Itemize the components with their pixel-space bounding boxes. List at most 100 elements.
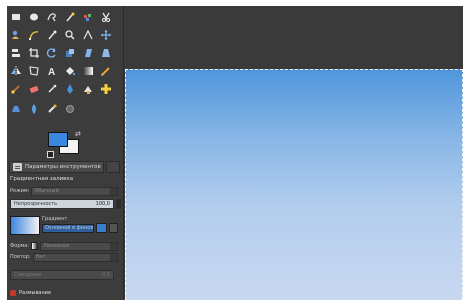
svg-text:A: A [48, 67, 55, 77]
dock-menu-button[interactable] [106, 161, 120, 173]
tool-options-icon [13, 163, 22, 171]
tool-button-scissors-select[interactable] [99, 10, 113, 24]
image-canvas[interactable] [125, 69, 463, 300]
align-icon [12, 49, 20, 57]
tool-button-fuzzy-select[interactable] [63, 10, 77, 24]
cage-icon [29, 66, 39, 76]
tool-button-cage[interactable] [27, 64, 41, 78]
tool-options-title: Градиентная заливка [10, 176, 74, 182]
tool-button-flip[interactable] [9, 64, 23, 78]
tool-button-blend[interactable] [81, 64, 95, 78]
rotate-icon [46, 48, 56, 58]
tool-button-scale[interactable] [63, 46, 77, 60]
color-area: ⇄ [45, 130, 85, 160]
shape-linear-icon [31, 242, 39, 250]
foreground-color-swatch[interactable] [48, 132, 68, 147]
gradient-row: Градиент Основной в фоновый [10, 216, 120, 236]
tool-button-paths[interactable] [27, 28, 41, 42]
mode-value: Обычный [34, 187, 59, 194]
offset-value: 0,0 [102, 272, 110, 278]
reverse-gradient-button[interactable] [96, 223, 107, 233]
measure-icon [83, 29, 93, 40]
chevron-down-icon [110, 187, 117, 195]
offset-label: Смещение [14, 272, 42, 278]
tool-button-heal[interactable] [99, 82, 113, 96]
default-colors-icon[interactable] [47, 151, 54, 158]
tool-button-perspective[interactable] [99, 46, 113, 60]
blur-icon [32, 104, 36, 114]
offset-slider[interactable]: Смещение 0,0 [10, 270, 114, 280]
opacity-row: Непрозрачность 100,0 [10, 199, 121, 209]
opacity-slider[interactable]: Непрозрачность 100,0 [10, 199, 114, 209]
selection-outline [125, 69, 463, 300]
tool-button-rotate[interactable] [45, 46, 59, 60]
flip-icon [11, 66, 21, 76]
tool-button-bucket-fill[interactable] [63, 64, 77, 78]
mode-select[interactable]: Обычный [31, 186, 118, 196]
repeat-select[interactable]: Нет [32, 252, 118, 262]
foreground-select-icon [12, 30, 19, 39]
eraser-icon [29, 86, 39, 93]
shape-select[interactable]: Линейная [40, 241, 118, 251]
toolbox-panel: A ⇄ Параметры инструментов Градиентная з… [7, 6, 124, 300]
offset-row: Смещение 0,0 [10, 270, 118, 280]
repeat-row: Повтор: Нет [10, 252, 118, 262]
rect-select-icon [12, 14, 20, 20]
gradient-preview-button[interactable] [10, 216, 40, 235]
dodge-burn-icon [66, 105, 74, 113]
adaptive-row: Размывание [10, 290, 51, 296]
fuzzy-select-icon [66, 12, 75, 22]
tool-button-paintbrush[interactable] [9, 82, 23, 96]
tool-button-color-picker[interactable] [45, 28, 59, 42]
bucket-fill-icon [66, 67, 76, 76]
perspective-icon [102, 49, 110, 57]
tool-button-crop[interactable] [27, 46, 41, 60]
smudge-icon [48, 104, 57, 113]
opacity-spin-button[interactable] [116, 199, 121, 209]
zoom-icon [65, 30, 75, 40]
tool-button-dodge-burn[interactable] [63, 102, 77, 116]
paintbrush-icon [11, 85, 20, 94]
color-select-icon [84, 14, 91, 21]
pencil-icon [101, 67, 110, 76]
chevron-down-icon [110, 253, 117, 261]
swap-colors-icon[interactable]: ⇄ [75, 130, 83, 138]
opacity-label: Непрозрачность [14, 201, 58, 207]
tool-button-perspective-clone[interactable] [9, 102, 23, 116]
tab-tool-options[interactable]: Параметры инструментов [9, 161, 104, 173]
tool-button-ellipse-select[interactable] [27, 10, 41, 24]
tool-button-free-select[interactable] [45, 10, 59, 24]
tool-button-text[interactable]: A [45, 64, 59, 78]
tool-button-smudge[interactable] [45, 102, 59, 116]
canvas-area[interactable] [125, 6, 463, 300]
tool-button-shear[interactable] [81, 46, 95, 60]
tool-button-align[interactable] [9, 46, 23, 60]
opacity-value: 100,0 [95, 201, 110, 207]
tool-button-clone[interactable] [81, 82, 95, 96]
repeat-value: Нет [35, 253, 46, 260]
tool-button-blur[interactable] [27, 102, 41, 116]
adaptive-checkbox[interactable] [10, 290, 16, 296]
shape-row: Форма: Линейная [10, 241, 118, 251]
move-icon [101, 30, 111, 40]
tool-button-pencil[interactable] [99, 64, 113, 78]
tool-button-airbrush[interactable] [45, 82, 59, 96]
perspective-clone-icon [12, 106, 20, 112]
paths-icon [29, 31, 39, 40]
gradient-name-field[interactable]: Основной в фоновый [42, 224, 94, 233]
text-icon: A [48, 67, 55, 77]
tool-button-eraser[interactable] [27, 82, 41, 96]
scale-icon [66, 49, 74, 57]
tool-button-ink[interactable] [63, 82, 77, 96]
tool-button-measure[interactable] [81, 28, 95, 42]
shape-value: Линейная [43, 242, 70, 249]
tab-tool-options-label: Параметры инструментов [25, 164, 101, 170]
tool-button-foreground-select[interactable] [9, 28, 23, 42]
clone-icon [84, 86, 92, 94]
tool-button-color-select[interactable] [81, 10, 95, 24]
tool-button-move[interactable] [99, 28, 113, 42]
repeat-label: Повтор: [10, 254, 31, 260]
tool-button-rect-select[interactable] [9, 10, 23, 24]
edit-gradient-button[interactable] [109, 223, 118, 233]
tool-button-zoom[interactable] [63, 28, 77, 42]
